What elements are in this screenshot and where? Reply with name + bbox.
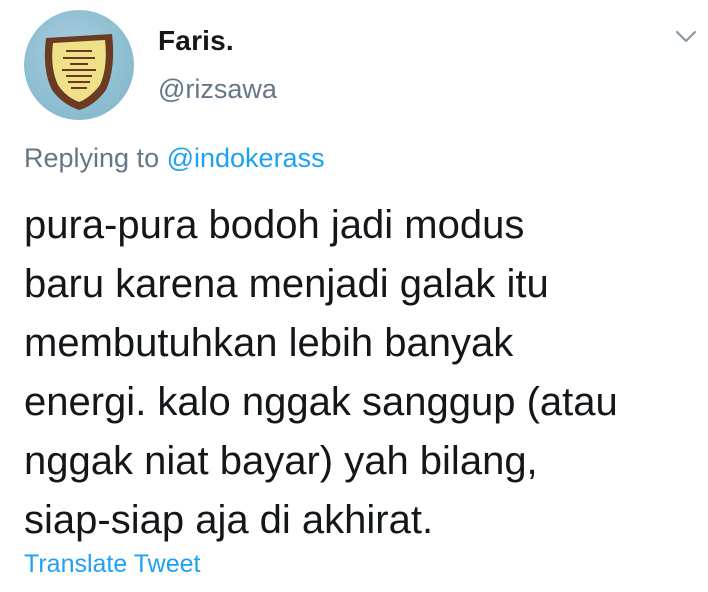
replying-to-label: Replying to	[24, 143, 167, 173]
tweet-line: siap-siap aja di akhirat.	[24, 498, 434, 542]
tweet-line: membutuhkan lebih banyak	[24, 321, 514, 365]
reply-handle-link[interactable]: @indokerass	[167, 143, 325, 173]
tweet-line: energi. kalo nggak sanggup (atau	[24, 380, 618, 424]
tweet-line: pura-pura bodoh jadi modus	[24, 203, 525, 247]
display-name[interactable]: Faris.	[158, 25, 234, 57]
shield-plaque-icon	[44, 34, 114, 110]
chevron-down-icon[interactable]	[675, 30, 697, 44]
username[interactable]: @rizsawa	[158, 74, 277, 105]
tweet-text: pura-pura bodoh jadi modus baru karena m…	[24, 196, 689, 550]
avatar[interactable]	[24, 10, 134, 120]
translate-tweet-link[interactable]: Translate Tweet	[24, 550, 200, 579]
tweet-line: nggak niat bayar) yah bilang,	[24, 439, 538, 483]
tweet-line: baru karena menjadi galak itu	[24, 262, 549, 306]
replying-to: Replying to @indokerass	[24, 143, 325, 174]
